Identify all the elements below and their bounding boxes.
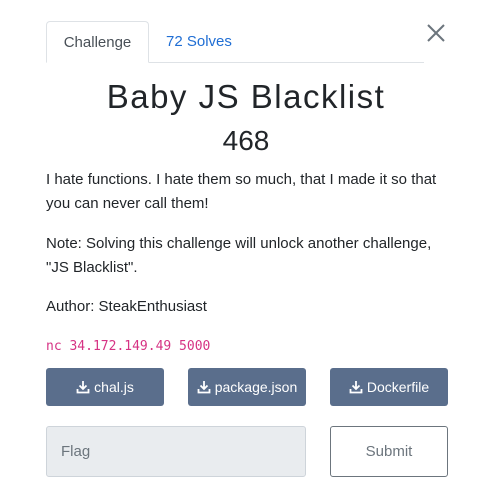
download-dockerfile-button[interactable]: Dockerfile xyxy=(330,368,448,406)
tab-challenge[interactable]: Challenge xyxy=(46,21,149,63)
challenge-modal: Challenge 72 Solves Baby JS Blacklist 46… xyxy=(0,0,492,498)
download-icon xyxy=(76,381,90,394)
file-label: Dockerfile xyxy=(366,379,430,395)
connection-command: nc 34.172.149.49 5000 xyxy=(46,339,211,354)
flag-input[interactable] xyxy=(46,426,306,477)
challenge-tabs: Challenge 72 Solves xyxy=(46,21,424,63)
description-note: Note: Solving this challenge will unlock… xyxy=(46,235,432,276)
download-icon xyxy=(349,381,363,394)
submit-button[interactable]: Submit xyxy=(330,426,448,477)
close-button[interactable] xyxy=(425,22,447,44)
tab-solves[interactable]: 72 Solves xyxy=(166,21,232,62)
challenge-title: Baby JS Blacklist xyxy=(106,78,386,115)
challenge-points: 468 xyxy=(222,125,270,156)
file-label: package.json xyxy=(214,379,298,395)
close-icon xyxy=(427,24,445,42)
download-chal-js-button[interactable]: chal.js xyxy=(46,368,164,406)
description-paragraph: I hate functions. I hate them so much, t… xyxy=(46,171,437,212)
download-icon xyxy=(197,381,211,394)
description-author: Author: SteakEnthusiast xyxy=(46,298,207,315)
file-label: chal.js xyxy=(94,379,134,395)
download-package-json-button[interactable]: package.json xyxy=(188,368,306,406)
